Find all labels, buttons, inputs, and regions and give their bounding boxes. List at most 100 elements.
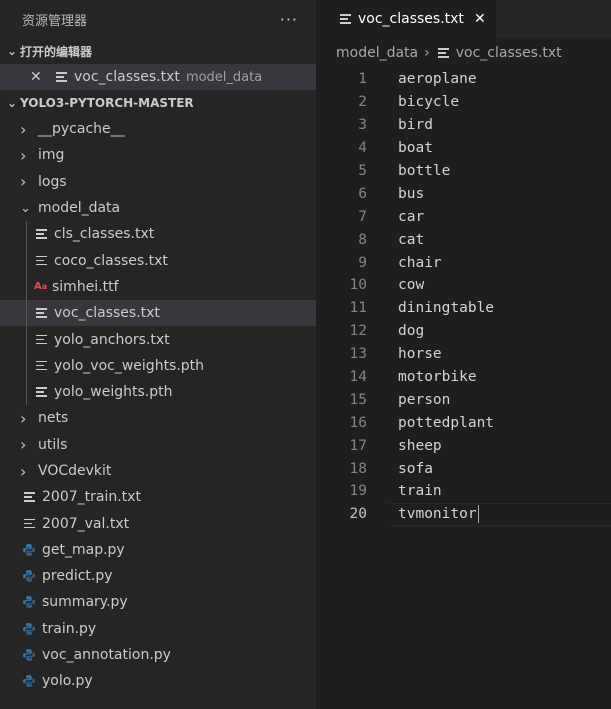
tree-item[interactable]: Aa simhei.ttf	[0, 273, 316, 301]
tree-item[interactable]: 2007_train.txt	[0, 484, 316, 510]
python-file-icon	[23, 675, 35, 688]
tree-item-label: get_map.py	[42, 541, 125, 558]
open-editor-item[interactable]: ✕ voc_classes.txt model_data	[0, 64, 316, 90]
line-number: 1	[358, 71, 367, 88]
line-text: bird	[398, 117, 433, 134]
code-line[interactable]: 8 cat	[316, 228, 611, 251]
breadcrumb-folder[interactable]: model_data	[336, 45, 418, 61]
text-file-icon	[36, 229, 47, 239]
tree-item-label: train.py	[42, 620, 97, 637]
tree-item[interactable]: predict.py	[0, 563, 316, 589]
tree-item[interactable]: voc_annotation.py	[0, 642, 316, 668]
text-file-icon	[36, 387, 47, 397]
tree-item[interactable]: yolo_weights.pth	[0, 378, 316, 406]
python-file-icon	[23, 596, 35, 609]
tree-item[interactable]: › nets	[0, 405, 316, 431]
code-line[interactable]: 10 cow	[316, 274, 611, 297]
code-line[interactable]: 18 sofa	[316, 457, 611, 480]
tree-item[interactable]: train.py	[0, 616, 316, 642]
text-file-icon	[36, 308, 47, 318]
tree-item[interactable]: voc_classes.txt	[0, 300, 316, 327]
line-text: sofa	[398, 460, 433, 477]
tree-item[interactable]: › __pycache__	[0, 116, 316, 142]
indent-guide	[26, 247, 27, 274]
editor-area: voc_classes.txt ✕ model_data › voc_class…	[316, 0, 611, 709]
tree-item[interactable]: cls_classes.txt	[0, 221, 316, 248]
current-line-highlight	[388, 502, 611, 526]
python-file-icon	[23, 570, 35, 583]
tree-item[interactable]: yolo_voc_weights.pth	[0, 352, 316, 379]
chevron-down-icon: ⌄	[6, 44, 18, 58]
tree-item[interactable]: get_map.py	[0, 537, 316, 563]
chevron-right-icon: ›	[20, 408, 27, 428]
line-number: 13	[349, 346, 367, 363]
explorer-sidebar: 资源管理器 ··· ⌄ 打开的编辑器 ✕ voc_classes.txt mod…	[0, 0, 316, 709]
tree-item[interactable]: coco_classes.txt	[0, 247, 316, 274]
code-line[interactable]: 2 bicycle	[316, 91, 611, 114]
tree-item-label: yolo_voc_weights.pth	[54, 357, 205, 374]
code-line[interactable]: 15 person	[316, 388, 611, 411]
tree-item[interactable]: yolo_anchors.txt	[0, 326, 316, 353]
code-editor[interactable]: 1 aeroplane 2 bicycle 3 bird 4 boat 5 bottle 6 bus 7…	[316, 68, 611, 526]
tree-item[interactable]: › VOCdevkit	[0, 458, 316, 484]
line-text: train	[398, 483, 442, 500]
line-number: 2	[358, 94, 367, 111]
code-line[interactable]: 13 horse	[316, 343, 611, 366]
project-section[interactable]: ⌄ YOLO3-PYTORCH-MASTER	[0, 90, 316, 116]
tree-item[interactable]: summary.py	[0, 589, 316, 615]
line-number: 19	[349, 483, 367, 500]
line-text: aeroplane	[398, 71, 477, 88]
tree-item-label: nets	[38, 410, 69, 427]
text-file-icon	[56, 72, 67, 82]
line-text: horse	[398, 346, 442, 363]
tree-item[interactable]: 2007_val.txt	[0, 510, 316, 536]
open-editors-label: 打开的编辑器	[20, 44, 93, 59]
chevron-right-icon: ›	[20, 119, 27, 139]
code-line[interactable]: 17 sheep	[316, 434, 611, 457]
code-line[interactable]: 7 car	[316, 205, 611, 228]
tree-item[interactable]: › logs	[0, 169, 316, 195]
close-icon[interactable]: ✕	[474, 11, 486, 27]
more-actions-icon[interactable]: ···	[280, 10, 298, 29]
code-line[interactable]: 14 motorbike	[316, 366, 611, 389]
explorer-title: 资源管理器	[22, 13, 88, 29]
open-editors-section[interactable]: ⌄ 打开的编辑器	[0, 38, 316, 64]
text-file-icon	[36, 360, 47, 371]
tree-item[interactable]: › img	[0, 142, 316, 168]
code-line[interactable]: 1 aeroplane	[316, 68, 611, 91]
line-number: 15	[349, 391, 367, 408]
code-line[interactable]: 4 boat	[316, 137, 611, 160]
code-line[interactable]: 16 pottedplant	[316, 411, 611, 434]
editor-tab[interactable]: voc_classes.txt ✕	[316, 0, 496, 38]
code-line[interactable]: 11 diningtable	[316, 297, 611, 320]
tab-label: voc_classes.txt	[358, 11, 464, 27]
python-file-icon	[23, 622, 35, 635]
code-line[interactable]: 5 bottle	[316, 160, 611, 183]
line-number: 18	[349, 460, 367, 477]
file-tree: › __pycache__ › img › logs ⌄ model_data cls_clas…	[0, 116, 316, 695]
chevron-down-icon: ⌄	[20, 200, 31, 216]
line-text: motorbike	[398, 369, 477, 386]
tree-item-label: coco_classes.txt	[54, 252, 168, 269]
line-text: bottle	[398, 163, 451, 179]
code-line[interactable]: 19 train	[316, 480, 611, 503]
indent-guide	[26, 273, 27, 301]
line-number: 3	[358, 117, 367, 134]
code-line[interactable]: 3 bird	[316, 114, 611, 137]
tree-item-label: VOCdevkit	[38, 463, 112, 479]
code-line[interactable]: 9 chair	[316, 251, 611, 274]
tree-item-label: cls_classes.txt	[54, 226, 155, 243]
tree-item[interactable]: › utils	[0, 432, 316, 458]
tree-item-label: simhei.ttf	[52, 278, 119, 295]
code-line[interactable]: 12 dog	[316, 320, 611, 343]
breadcrumb-file[interactable]: voc_classes.txt	[456, 45, 562, 61]
tree-item-label: model_data	[38, 200, 121, 217]
close-icon[interactable]: ✕	[30, 69, 52, 85]
tree-item[interactable]: ⌄ model_data	[0, 195, 316, 221]
breadcrumb: model_data › voc_classes.txt	[316, 38, 611, 68]
line-text: car	[398, 208, 425, 225]
tree-item[interactable]: yolo.py	[0, 668, 316, 694]
tree-item-label: img	[38, 147, 65, 164]
code-line[interactable]: 6 bus	[316, 182, 611, 205]
code-line[interactable]: 20 tvmonitor	[316, 502, 611, 526]
